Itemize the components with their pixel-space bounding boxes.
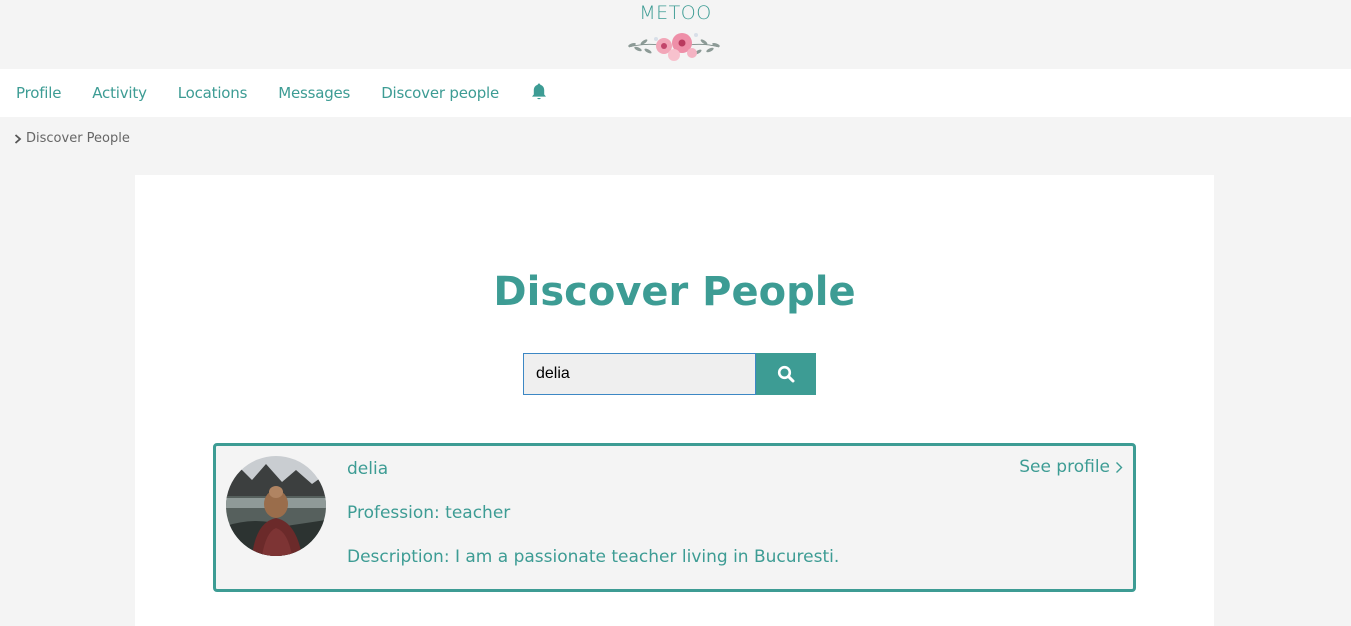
profession-row: Profession: teacher	[347, 503, 510, 523]
see-profile-link[interactable]: See profile	[1019, 457, 1123, 477]
nav-item-locations[interactable]: Locations	[178, 84, 248, 102]
main-navbar: Profile Activity Locations Messages Disc…	[0, 69, 1351, 117]
flower-logo-icon	[628, 33, 720, 61]
result-user-name: delia	[347, 459, 389, 479]
top-header: METOO	[0, 0, 1351, 69]
nav-item-discover-people[interactable]: Discover people	[381, 84, 499, 102]
description-value: I am a passionate teacher living in Bucu…	[454, 547, 840, 567]
chevron-right-icon	[14, 133, 22, 144]
search-button[interactable]	[756, 353, 816, 395]
nav-item-profile[interactable]: Profile	[16, 84, 61, 102]
see-profile-label: See profile	[1019, 457, 1110, 477]
nav-item-messages[interactable]: Messages	[278, 84, 350, 102]
bell-icon[interactable]	[530, 82, 548, 102]
result-card: delia Profession: teacher Description: I…	[213, 443, 1136, 592]
brand-title: METOO	[639, 2, 712, 24]
avatar	[226, 456, 326, 556]
breadcrumb-current[interactable]: Discover People	[26, 131, 130, 146]
search-input[interactable]	[523, 353, 756, 395]
page-title: Discover People	[493, 269, 856, 315]
description-row: Description: I am a passionate teacher l…	[347, 547, 839, 567]
description-label: Description:	[347, 547, 450, 567]
nav-item-activity[interactable]: Activity	[92, 84, 147, 102]
main-content-card: Discover People delia delia Profession: …	[135, 175, 1214, 626]
profession-label: Profession:	[347, 503, 440, 523]
search-icon	[777, 365, 795, 383]
search-bar	[523, 353, 816, 395]
chevron-right-icon	[1116, 461, 1123, 473]
breadcrumb: Discover People	[14, 131, 130, 146]
profession-value: teacher	[445, 503, 511, 523]
